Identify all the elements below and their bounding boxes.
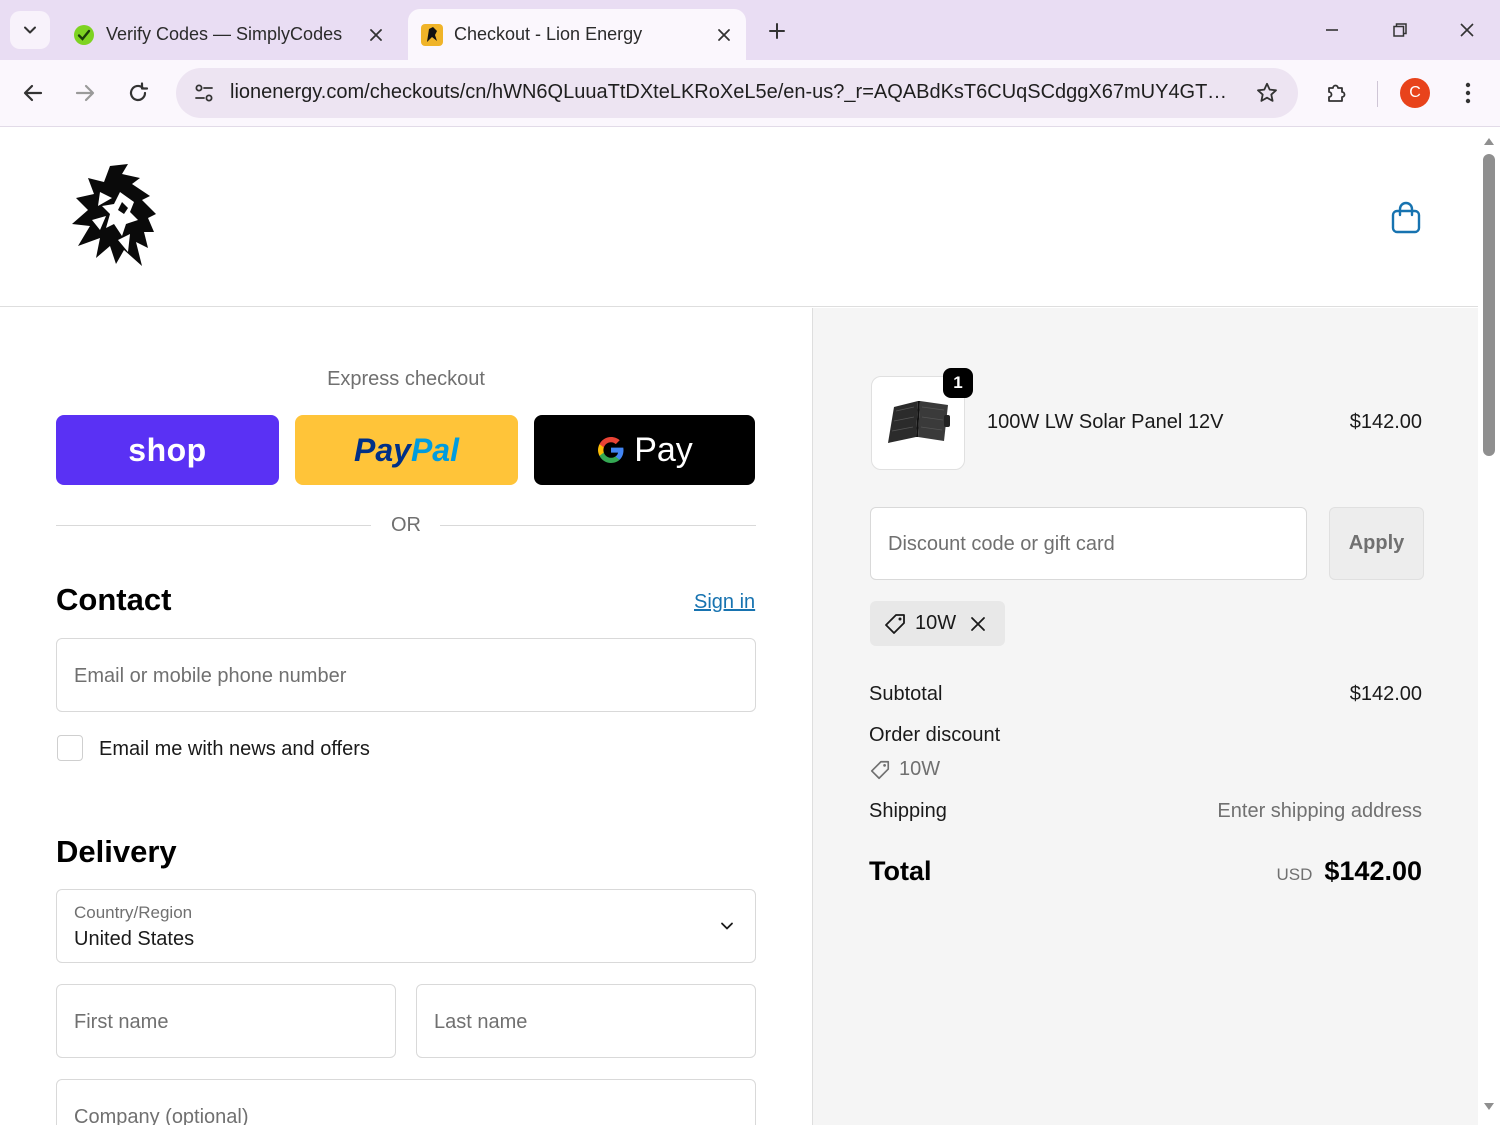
applied-discount-tag: 10W xyxy=(870,601,1005,646)
shipping-label: Shipping xyxy=(869,800,947,822)
google-pay-button[interactable]: Pay xyxy=(534,415,755,485)
shop-pay-label: shop xyxy=(128,431,207,468)
country-label: Country/Region xyxy=(74,903,193,922)
last-name-field[interactable]: Last name xyxy=(416,984,756,1058)
total-currency: USD xyxy=(1276,865,1313,884)
discount-placeholder: Discount code or gift card xyxy=(888,533,1115,555)
minimize-button[interactable] xyxy=(1312,12,1352,48)
checkout-form: Express checkout shop Pay Pal Pay OR Cont… xyxy=(0,308,812,1125)
apply-discount-button[interactable]: Apply xyxy=(1329,507,1424,580)
applied-code: 10W xyxy=(915,612,957,634)
email-field[interactable]: Email or mobile phone number xyxy=(56,638,756,712)
profile-avatar[interactable]: C xyxy=(1400,78,1430,108)
plus-icon xyxy=(769,23,785,39)
total-label: Total xyxy=(869,856,932,886)
order-discount-label: Order discount xyxy=(869,724,1001,746)
lion-energy-icon xyxy=(420,23,444,47)
browser-menu-button[interactable] xyxy=(1449,74,1487,112)
close-icon xyxy=(1460,23,1474,37)
or-divider: OR xyxy=(56,514,756,538)
tab-search-button[interactable] xyxy=(10,11,50,49)
chevron-down-icon xyxy=(24,26,36,34)
total-value: $142.00 xyxy=(1324,856,1422,886)
country-value: United States xyxy=(74,928,195,950)
quantity-badge: 1 xyxy=(943,368,973,398)
address-bar[interactable]: lionenergy.com/checkouts/cn/hWN6QLuuaTtD… xyxy=(176,68,1298,118)
delivery-heading: Delivery xyxy=(56,834,177,869)
subtotal-label: Subtotal xyxy=(869,683,943,705)
google-g-icon xyxy=(598,437,624,463)
arrow-right-icon xyxy=(75,84,95,102)
back-button[interactable] xyxy=(14,74,52,112)
order-discount-code: 10W xyxy=(869,758,940,781)
lion-energy-logo[interactable] xyxy=(70,162,162,272)
arrow-left-icon xyxy=(23,84,43,102)
sign-in-link[interactable]: Sign in xyxy=(694,591,755,614)
shop-pay-button[interactable]: shop xyxy=(56,415,279,485)
paypal-button[interactable]: Pay Pal xyxy=(295,415,518,485)
email-placeholder: Email or mobile phone number xyxy=(74,665,347,687)
company-placeholder: Company (optional) xyxy=(74,1106,249,1125)
puzzle-icon xyxy=(1328,84,1346,102)
paypal-label: Pal xyxy=(410,431,459,468)
product-name: 100W LW Solar Panel 12V xyxy=(987,411,1224,433)
order-summary: 1 100W LW Solar Panel 12V $142.00 Discou… xyxy=(812,308,1478,1125)
remove-discount-icon[interactable] xyxy=(970,616,986,632)
bookmark-star-icon[interactable] xyxy=(1250,76,1284,110)
simplycodes-icon xyxy=(72,23,96,47)
close-tab-icon[interactable] xyxy=(362,21,390,49)
chevron-down-icon xyxy=(721,922,733,930)
newsletter-checkbox[interactable] xyxy=(57,735,83,761)
close-window-button[interactable] xyxy=(1447,12,1487,48)
reload-icon xyxy=(129,82,149,102)
minimize-icon xyxy=(1326,29,1338,31)
new-tab-button[interactable] xyxy=(760,14,794,48)
tab-checkout[interactable]: Checkout - Lion Energy xyxy=(408,9,746,60)
checkout-page: Express checkout shop Pay Pal Pay OR Cont… xyxy=(0,128,1478,1125)
divider-line xyxy=(440,525,756,526)
newsletter-label: Email me with news and offers xyxy=(99,738,370,760)
tag-icon xyxy=(870,760,890,779)
restore-icon xyxy=(1393,23,1407,37)
scroll-down-arrow-icon[interactable] xyxy=(1483,1102,1495,1112)
company-field[interactable]: Company (optional) xyxy=(56,1079,756,1125)
paypal-label: Pay xyxy=(354,431,411,468)
shipping-value: Enter shipping address xyxy=(1217,800,1422,822)
url-text[interactable]: lionenergy.com/checkouts/cn/hWN6QLuuaTtD… xyxy=(230,81,1230,104)
express-checkout-heading: Express checkout xyxy=(327,368,485,390)
site-info-icon[interactable] xyxy=(186,75,222,111)
tab-title: Checkout - Lion Energy xyxy=(454,24,643,44)
scrollbar-thumb[interactable] xyxy=(1483,154,1495,456)
close-tab-icon[interactable] xyxy=(710,21,738,49)
total-amount: USD $142.00 xyxy=(1276,856,1422,887)
reload-button[interactable] xyxy=(119,74,157,112)
discount-code-input[interactable]: Discount code or gift card xyxy=(870,507,1307,580)
more-vertical-icon xyxy=(1465,82,1471,104)
shopping-bag-icon[interactable] xyxy=(1388,200,1424,236)
tag-icon xyxy=(885,613,905,634)
first-name-placeholder: First name xyxy=(74,1011,169,1033)
toolbar-separator xyxy=(1377,81,1378,107)
google-pay-label: Pay xyxy=(634,430,693,469)
forward-button[interactable] xyxy=(66,74,104,112)
browser-tab-strip: Verify Codes — SimplyCodes Checkout - Li… xyxy=(0,0,1500,60)
tab-verify-codes[interactable]: Verify Codes — SimplyCodes xyxy=(58,9,398,60)
restore-button[interactable] xyxy=(1380,12,1420,48)
scroll-up-arrow-icon[interactable] xyxy=(1483,136,1495,146)
subtotal-value: $142.00 xyxy=(1349,683,1422,705)
first-name-field[interactable]: First name xyxy=(56,984,396,1058)
tab-title: Verify Codes — SimplyCodes xyxy=(106,24,343,44)
last-name-placeholder: Last name xyxy=(434,1011,528,1033)
extensions-button[interactable] xyxy=(1318,74,1356,112)
country-select[interactable]: Country/Region United States xyxy=(56,889,756,963)
page-scrollbar[interactable] xyxy=(1478,128,1500,1125)
order-discount-code-text: 10W xyxy=(899,758,941,780)
contact-heading: Contact xyxy=(56,582,172,617)
site-header xyxy=(0,128,1478,307)
browser-toolbar: lionenergy.com/checkouts/cn/hWN6QLuuaTtD… xyxy=(0,60,1500,127)
product-price: $142.00 xyxy=(1349,411,1422,433)
